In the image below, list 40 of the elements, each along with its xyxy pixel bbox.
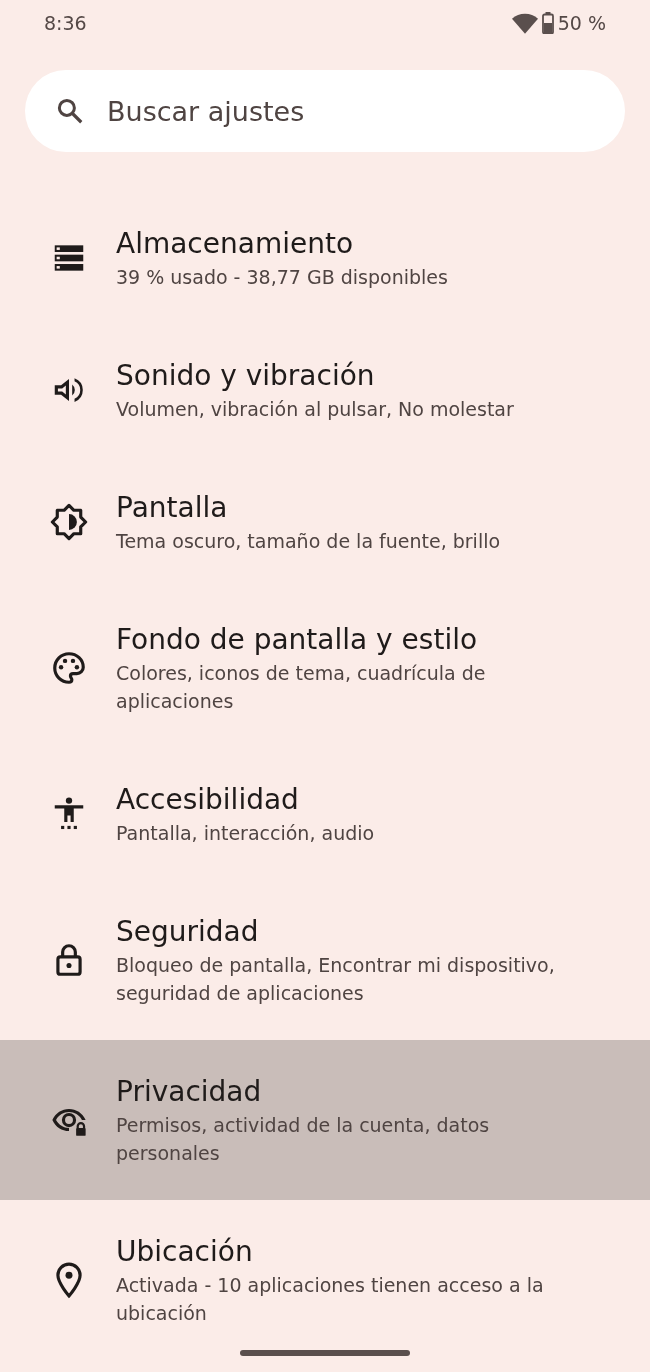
location-pin-icon: [56, 1262, 82, 1298]
accessibility-icon: [54, 797, 84, 830]
gesture-handle[interactable]: [240, 1350, 410, 1356]
item-title: Almacenamiento: [116, 226, 355, 262]
item-subtitle: Colores, iconos de tema, cuadrícula de aplicaciones: [116, 661, 487, 714]
item-subtitle: 39 % usado - 38,77 GB disponibles: [116, 265, 448, 290]
item-subtitle: Volumen, vibración al pulsar, No molestar: [116, 397, 514, 422]
item-title: Fondo de pantalla y estilo: [116, 622, 479, 658]
lock-icon: [56, 944, 82, 976]
settings-item[interactable]: Pantalla Tema oscuro, tamaño de la fuente, brillo: [0, 456, 650, 588]
item-title: Privacidad: [116, 1074, 263, 1110]
item-title: Seguridad: [116, 914, 260, 950]
search-field[interactable]: Buscar ajustes: [25, 70, 625, 152]
wifi-icon: [511, 11, 538, 34]
item-title: Sonido y vibración: [116, 358, 376, 394]
item-title: Ubicación: [116, 1234, 254, 1270]
settings-item[interactable]: Accesibilidad Pantalla, interacción, audio: [0, 748, 650, 880]
palette-icon: [53, 652, 85, 684]
battery-icon: [541, 11, 554, 34]
eye-lock-icon: [52, 1108, 86, 1136]
settings-item[interactable]: Fondo de pantalla y estilo Colores, iconos de tema, cuadrícula de aplicaciones: [0, 588, 650, 748]
settings-item[interactable]: Seguridad Bloqueo de pantalla, Encontrar mi dispositivo, seguridad de aplicaciones: [0, 880, 650, 1040]
item-title: Accesibilidad: [116, 782, 300, 818]
settings-item[interactable]: Privacidad Permisos, actividad de la cuenta, datos personales: [0, 1040, 650, 1200]
settings-item[interactable]: Almacenamiento 39 % usado - 38,77 GB disponibles: [0, 192, 650, 324]
clock-time: 8:36: [44, 11, 87, 34]
battery-percent: 50 %: [557, 11, 606, 34]
search-placeholder: Buscar ajustes: [107, 95, 305, 127]
item-subtitle: Bloqueo de pantalla, Encontrar mi dispositivo, seguridad de aplicaciones: [116, 953, 556, 1006]
settings-item[interactable]: Sonido y vibración Volumen, vibración al pulsar, No molestar: [0, 324, 650, 456]
speaker-icon: [54, 378, 83, 402]
item-subtitle: Permisos, actividad de la cuenta, datos personales: [116, 1113, 491, 1166]
item-subtitle: Activada - 10 aplicaciones tienen acceso a la ubicación: [116, 1273, 545, 1326]
settings-item[interactable]: Ubicación Activada - 10 aplicaciones tienen acceso a la ubicación: [0, 1200, 650, 1360]
item-subtitle: Tema oscuro, tamaño de la fuente, brillo: [116, 529, 501, 554]
item-title: Pantalla: [116, 490, 229, 526]
storage-icon: [54, 245, 84, 271]
brightness-icon: [50, 503, 88, 541]
search-icon: [55, 96, 85, 126]
item-subtitle: Pantalla, interacción, audio: [116, 821, 375, 846]
